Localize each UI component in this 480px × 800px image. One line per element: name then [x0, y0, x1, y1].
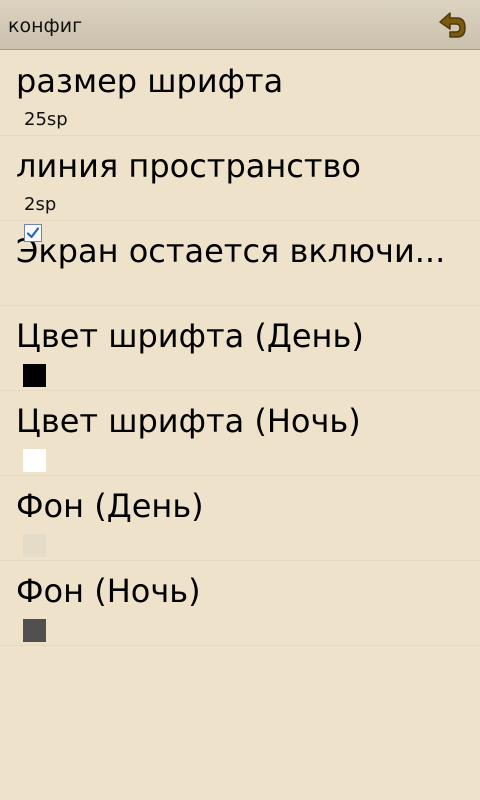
- setting-line-spacing[interactable]: линия пространство 2sp: [0, 136, 480, 221]
- setting-screen-on-title: Экран остается включи...: [16, 232, 446, 270]
- screen-on-checkbox[interactable]: [24, 224, 42, 242]
- setting-font-color-night[interactable]: Цвет шрифта (Ночь): [0, 391, 480, 476]
- background-night-swatch: [23, 619, 46, 642]
- font-color-night-swatch: [23, 449, 46, 472]
- background-day-swatch: [23, 534, 46, 557]
- setting-line-spacing-value: 2sp: [24, 194, 57, 215]
- setting-background-night[interactable]: Фон (Ночь): [0, 561, 480, 646]
- checkmark-icon: [26, 227, 40, 239]
- font-color-day-swatch: [23, 364, 46, 387]
- setting-background-day[interactable]: Фон (День): [0, 476, 480, 561]
- setting-background-night-title: Фон (Ночь): [16, 572, 201, 610]
- title-bar: конфиг: [0, 0, 480, 50]
- setting-font-color-night-title: Цвет шрифта (Ночь): [16, 402, 361, 440]
- setting-font-color-day[interactable]: Цвет шрифта (День): [0, 306, 480, 391]
- back-button[interactable]: [430, 6, 470, 44]
- setting-font-size[interactable]: размер шрифта 25sp: [0, 51, 480, 136]
- setting-font-color-day-title: Цвет шрифта (День): [16, 317, 364, 355]
- back-arrow-icon: [439, 12, 466, 38]
- screen-title: конфиг: [8, 15, 83, 37]
- setting-line-spacing-title: линия пространство: [16, 147, 361, 185]
- setting-screen-on[interactable]: Экран остается включи...: [0, 221, 480, 306]
- setting-font-size-value: 25sp: [24, 109, 68, 130]
- settings-list: размер шрифта 25sp линия пространство 2s…: [0, 51, 480, 646]
- setting-background-day-title: Фон (День): [16, 487, 204, 525]
- setting-font-size-title: размер шрифта: [16, 62, 284, 100]
